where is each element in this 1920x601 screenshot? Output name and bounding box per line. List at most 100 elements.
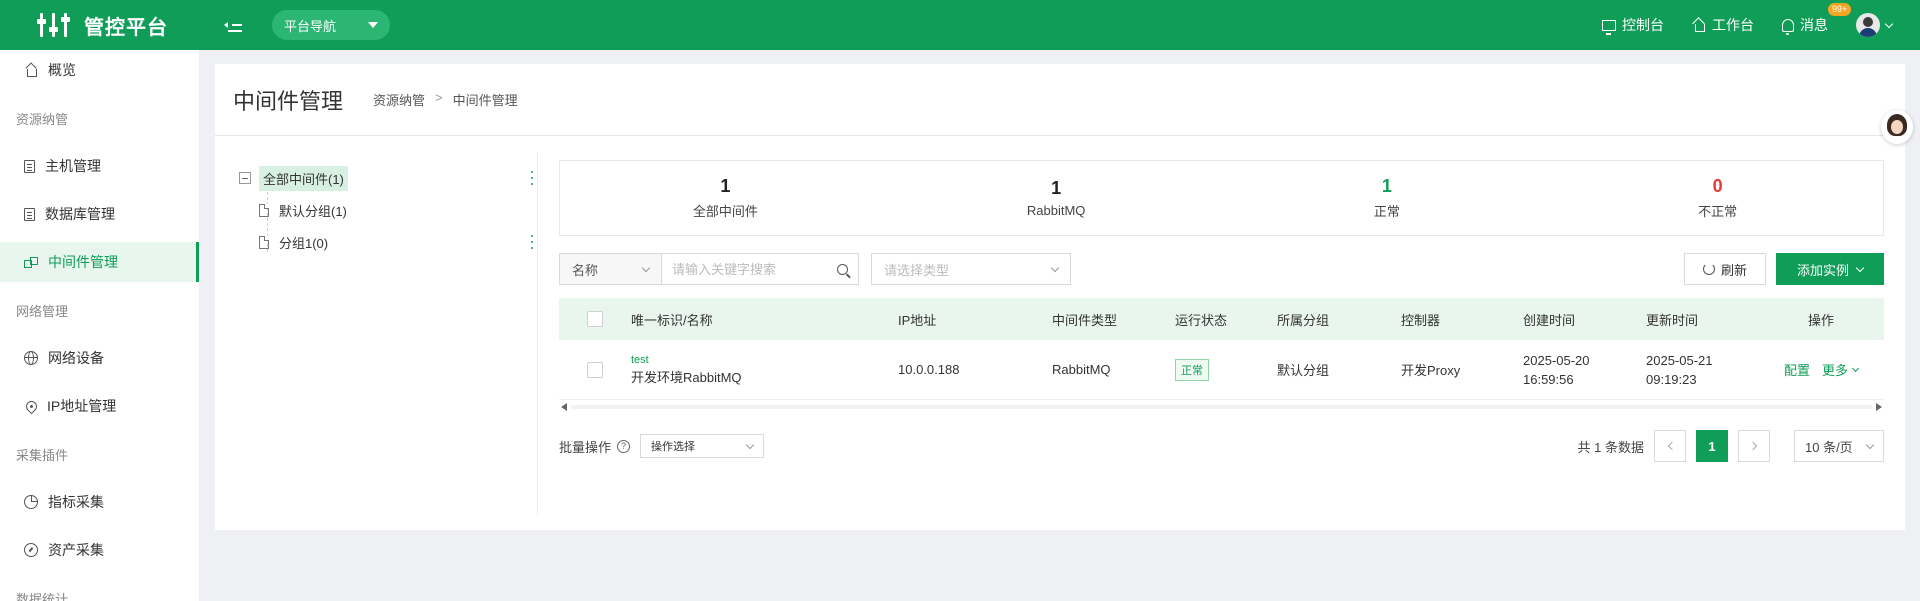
- caret-down-icon: [368, 22, 378, 28]
- scroll-right-icon[interactable]: [1876, 403, 1882, 411]
- search-input[interactable]: [672, 261, 837, 277]
- document-icon: [24, 159, 35, 173]
- chevron-right-icon: [1748, 441, 1757, 451]
- sidebar-item-metric-collect[interactable]: 指标采集: [0, 482, 199, 522]
- collapse-icon[interactable]: [239, 172, 251, 184]
- prev-page-button[interactable]: [1654, 430, 1686, 462]
- monitor-icon: [1602, 19, 1616, 35]
- horizontal-scrollbar[interactable]: [559, 400, 1884, 414]
- bell-icon: [1782, 18, 1794, 35]
- row-select-cell: [559, 361, 631, 378]
- header-select-cell: [559, 311, 631, 327]
- sliders-logo-icon: [37, 10, 70, 40]
- tree-node-group1[interactable]: 分组1(0): [239, 228, 534, 256]
- row-checkbox[interactable]: [587, 361, 603, 378]
- help-icon[interactable]: ?: [617, 439, 631, 453]
- tree-node-all[interactable]: 全部中间件(1): [239, 164, 534, 192]
- pagination: 共 1 条数据 1 10 条/页: [1578, 430, 1884, 462]
- chevron-down-icon: [1884, 19, 1894, 28]
- tree-node-default-group[interactable]: 默认分组(1): [239, 196, 534, 224]
- chevron-down-icon: [745, 440, 755, 449]
- sidebar-item-network-devices[interactable]: 网络设备: [0, 338, 199, 378]
- assistant-avatar[interactable]: [1881, 110, 1913, 144]
- add-instance-label: 添加实例: [1796, 262, 1849, 278]
- top-bar: 管控平台 平台导航 控制台 工作台 消息 99+: [0, 0, 1920, 50]
- bulk-actions: 批量操作 ? 操作选择: [559, 434, 765, 458]
- breadcrumb-current: 中间件管理: [452, 93, 518, 108]
- stat-value: 1: [720, 176, 731, 196]
- sidebar-group-plugins: 采集插件: [16, 447, 69, 463]
- stat-label: 全部中间件: [692, 204, 758, 219]
- messages-link[interactable]: 消息 99+: [1782, 3, 1852, 35]
- app-title: 管控平台: [84, 16, 168, 39]
- user-menu[interactable]: [1856, 13, 1894, 37]
- sidebar-item-asset-collect[interactable]: 资产采集: [0, 530, 199, 570]
- sidebar-group-resources: 资源纳管: [16, 111, 69, 127]
- created-date: 2025-05-20: [1523, 352, 1590, 368]
- gauge-icon: [24, 543, 38, 557]
- cell-status: 正常: [1175, 358, 1277, 381]
- cell-group: 默认分组: [1277, 363, 1330, 378]
- bulk-action-label: 操作选择: [651, 441, 696, 453]
- stats-summary: 1 全部中间件 1 RabbitMQ 1 正常 0 不正常: [559, 160, 1884, 236]
- select-all-checkbox[interactable]: [587, 311, 603, 327]
- menu-collapse-icon[interactable]: [224, 16, 244, 34]
- header-controller: 控制器: [1401, 312, 1441, 328]
- page-title: 中间件管理: [233, 88, 344, 114]
- more-vertical-icon[interactable]: [530, 171, 534, 185]
- page-button-current[interactable]: 1: [1696, 430, 1728, 462]
- bulk-action-select[interactable]: 操作选择: [640, 434, 765, 458]
- scroll-track[interactable]: [571, 405, 1872, 409]
- search-icon[interactable]: [837, 263, 848, 275]
- header-group: 所属分组: [1277, 312, 1330, 328]
- message-count-badge: 99+: [1828, 3, 1852, 16]
- stat-rabbitmq: 1 RabbitMQ: [891, 161, 1222, 235]
- cell-updated: 2025-05-21 09:19:23: [1646, 351, 1758, 389]
- more-vertical-icon[interactable]: [530, 235, 534, 249]
- breadcrumb-resources[interactable]: 资源纳管: [373, 90, 425, 109]
- pie-chart-icon: [24, 495, 38, 509]
- search-field-label: 名称: [572, 262, 599, 278]
- more-label: 更多: [1822, 363, 1849, 378]
- document-icon: [24, 207, 35, 221]
- sidebar-item-label: 概览: [48, 62, 76, 78]
- brand[interactable]: 管控平台: [0, 10, 200, 40]
- status-badge: 正常: [1175, 358, 1209, 381]
- sidebar-item-middleware[interactable]: 中间件管理: [0, 242, 199, 282]
- sidebar-item-overview[interactable]: 概览: [0, 50, 199, 90]
- next-page-button[interactable]: [1738, 430, 1770, 462]
- console-link[interactable]: 控制台: [1602, 15, 1664, 35]
- header-id-name: 唯一标识/名称: [631, 312, 713, 328]
- panel-divider: [537, 152, 538, 516]
- created-time: 16:59:56: [1523, 371, 1574, 387]
- total-count: 共 1 条数据: [1577, 439, 1644, 455]
- main-panel: 中间件管理 资源纳管 > 中间件管理 全部中间件(1) 默认分组(1) 分组1(…: [215, 64, 1905, 530]
- stat-label: 不正常: [1698, 204, 1738, 219]
- config-link[interactable]: 配置: [1784, 360, 1810, 379]
- refresh-button[interactable]: 刷新: [1684, 253, 1766, 285]
- type-select[interactable]: 请选择类型: [871, 253, 1071, 285]
- search-field-select[interactable]: 名称: [559, 253, 661, 285]
- sidebar-item-hosts[interactable]: 主机管理: [0, 146, 199, 186]
- chevron-down-icon: [1851, 364, 1860, 372]
- add-instance-button[interactable]: 添加实例: [1776, 253, 1884, 285]
- tree-node-label: 全部中间件(1): [259, 165, 348, 191]
- tree-node-label: 默认分组(1): [279, 203, 347, 219]
- stat-abnormal: 0 不正常: [1552, 161, 1883, 235]
- location-pin-icon: [23, 398, 40, 414]
- filter-toolbar: 名称 请选择类型 刷新 添加实例: [559, 252, 1884, 286]
- cell-type: RabbitMQ: [1052, 362, 1111, 377]
- workbench-link[interactable]: 工作台: [1692, 15, 1754, 35]
- sidebar-item-label: IP地址管理: [47, 398, 117, 414]
- sidebar-item-ip-management[interactable]: IP地址管理: [0, 386, 199, 426]
- more-actions-dropdown[interactable]: 更多: [1822, 360, 1860, 379]
- cell-created: 2025-05-20 16:59:56: [1523, 351, 1646, 389]
- sidebar-item-databases[interactable]: 数据库管理: [0, 194, 199, 234]
- chevron-down-icon: [1855, 263, 1865, 272]
- platform-nav-dropdown[interactable]: 平台导航: [272, 10, 390, 40]
- instance-id[interactable]: test: [631, 353, 898, 367]
- sidebar-item-label: 主机管理: [45, 158, 101, 174]
- scroll-left-icon[interactable]: [561, 403, 567, 411]
- stat-total: 1 全部中间件: [560, 161, 891, 235]
- page-size-select[interactable]: 10 条/页: [1794, 430, 1884, 462]
